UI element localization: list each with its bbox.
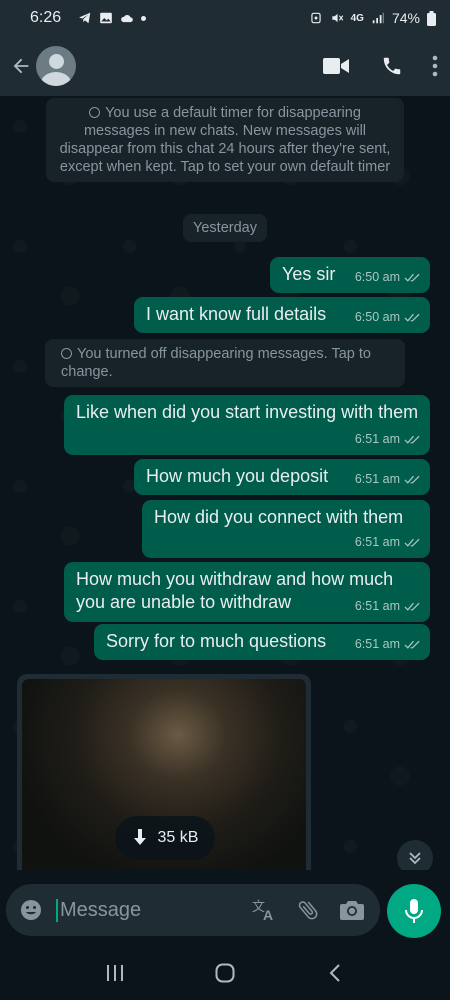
mute-icon (331, 13, 343, 23)
more-menu-button[interactable] (420, 42, 450, 90)
message-bubble[interactable]: How did you connect with them 6:51 am (142, 500, 430, 558)
voice-call-button[interactable] (364, 42, 420, 90)
attach-button[interactable] (294, 896, 322, 924)
download-icon (133, 829, 146, 845)
image-icon (100, 12, 112, 24)
emoji-icon (21, 900, 41, 920)
video-call-button[interactable] (308, 42, 364, 90)
recents-button[interactable] (95, 953, 135, 993)
more-menu-icon (432, 55, 438, 77)
read-ticks-icon (404, 435, 420, 444)
attach-icon (298, 901, 318, 920)
message-bubble[interactable]: How much you deposit 6:51 am (134, 459, 430, 495)
dot-icon (141, 15, 147, 21)
chat-header (0, 36, 450, 96)
incoming-image-message[interactable]: 35 kB (17, 674, 311, 870)
alarm-icon (310, 12, 321, 24)
scroll-to-bottom-button[interactable] (397, 840, 433, 870)
download-button[interactable]: 35 kB (115, 816, 215, 860)
message-bubble[interactable]: Yes sir 6:50 am (270, 257, 430, 293)
message-text: Like when did you start investing with t… (76, 402, 419, 422)
home-button[interactable] (205, 953, 245, 993)
message-composer: 文A (6, 884, 380, 936)
message-time: 6:51 am (354, 535, 400, 549)
message-time: 6:50 am (354, 310, 400, 324)
message-bubble[interactable]: I want know full details 6:50 am (134, 297, 430, 333)
message-time: 6:51 am (354, 432, 400, 446)
translate-button[interactable]: 文A (250, 896, 278, 924)
battery-icon (427, 10, 436, 26)
cloud-icon (121, 14, 133, 23)
back-icon (329, 964, 340, 982)
video-call-icon (323, 58, 349, 74)
read-ticks-icon (404, 273, 420, 282)
voice-record-button[interactable] (387, 884, 441, 938)
read-ticks-icon (404, 602, 420, 611)
arrow-left-icon (13, 58, 29, 74)
system-notice-turned-off[interactable]: You turned off disappearing messages. Ta… (45, 339, 405, 387)
system-navigation-bar (0, 946, 450, 1000)
message-input[interactable] (56, 898, 216, 922)
signal-icon (372, 12, 384, 24)
system-notice-text: You use a default timer for disappearing… (59, 105, 391, 175)
message-bubble[interactable]: How much you withdraw and how much you a… (64, 562, 430, 622)
telegram-icon (79, 12, 91, 24)
chat-area[interactable]: You use a default timer for disappearing… (0, 96, 450, 870)
message-time: 6:51 am (354, 472, 400, 486)
message-time: 6:51 am (354, 599, 400, 613)
double-chevron-down-icon (409, 852, 421, 865)
battery-percent: 74% (391, 10, 420, 26)
read-ticks-icon (404, 313, 420, 322)
back-button[interactable] (8, 53, 34, 79)
status-time: 6:26 (30, 9, 62, 26)
avatar-head-shape (48, 54, 64, 69)
recents-icon (107, 965, 123, 981)
back-nav-button[interactable] (315, 953, 355, 993)
emoji-button[interactable] (16, 895, 46, 925)
network-4g-icon: 4G (350, 12, 364, 24)
read-ticks-icon (404, 475, 420, 484)
svg-text:A: A (263, 907, 273, 922)
camera-button[interactable] (338, 896, 366, 924)
voice-call-icon (383, 57, 401, 75)
download-size: 35 kB (157, 829, 199, 846)
read-ticks-icon (404, 538, 420, 547)
date-separator: Yesterday (183, 214, 267, 242)
message-time: 6:50 am (354, 270, 400, 284)
message-time: 6:51 am (354, 637, 400, 651)
translate-icon: 文A (252, 899, 273, 922)
status-bar: 6:26 4G 74% (0, 0, 450, 36)
avatar[interactable] (36, 46, 76, 86)
message-bubble[interactable]: Like when did you start investing with t… (64, 395, 430, 455)
message-text: How did you connect with them (154, 507, 404, 527)
microphone-icon (405, 899, 423, 923)
system-notice-text: You turned off disappearing messages. Ta… (61, 346, 371, 380)
home-icon (215, 963, 235, 983)
timer-icon (89, 107, 101, 118)
timer-icon (61, 348, 72, 359)
system-notice-disappearing-timer[interactable]: You use a default timer for disappearing… (46, 98, 404, 182)
message-bubble[interactable]: Sorry for to much questions 6:51 am (94, 624, 430, 660)
read-ticks-icon (404, 640, 420, 649)
camera-icon (340, 901, 364, 920)
avatar-body-shape (41, 72, 71, 86)
